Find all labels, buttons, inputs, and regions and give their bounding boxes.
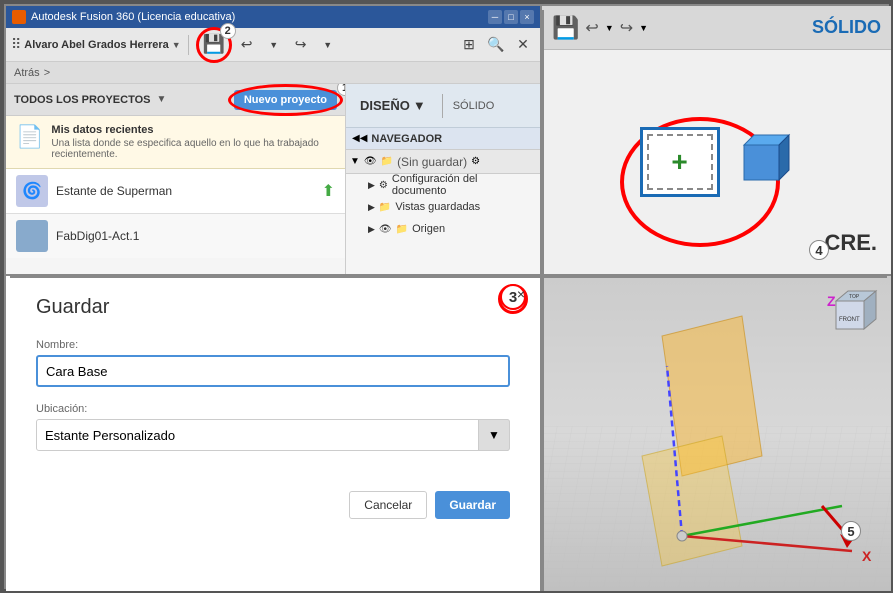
close-btn[interactable]: × <box>520 10 534 24</box>
doc-title: (Sin guardar) <box>397 155 467 169</box>
navcube[interactable]: FRONT TOP <box>831 286 881 336</box>
horizontal-divider <box>10 276 887 278</box>
design-btn[interactable]: DISEÑO ▼ <box>354 94 432 117</box>
tr-solid-label: SÓLIDO <box>812 17 881 38</box>
tr-create-section: + <box>640 127 794 197</box>
design-toolbar: DISEÑO ▼ SÓLIDO <box>346 84 540 128</box>
design-sep <box>442 94 443 118</box>
mis-datos-subtitle: Una lista donde se especifica aquello en… <box>51 138 335 160</box>
forward-label: > <box>44 67 50 79</box>
back-label[interactable]: Atrás <box>14 67 40 79</box>
vertical-divider <box>542 10 544 591</box>
project-thumb-1: 🌀 <box>16 175 48 207</box>
grid-view-btn[interactable]: ⊞ <box>457 33 481 57</box>
search-btn[interactable]: 🔍 <box>484 33 508 57</box>
user-dropdown-arrow[interactable]: ▼ <box>172 40 181 50</box>
undo-dropdown[interactable]: ▼ <box>262 33 286 57</box>
solid-3d-preview <box>734 130 794 195</box>
app-title: Autodesk Fusion 360 (Licencia educativa) <box>31 11 235 23</box>
nav-header: ◀◀ NAVEGADOR <box>346 128 540 150</box>
solid-3d-svg <box>734 130 794 190</box>
project-item-2[interactable]: FabDig01-Act.1 <box>6 214 345 258</box>
mis-datos-title: Mis datos recientes <box>51 124 335 136</box>
sidebar-dropdown-arrow[interactable]: ▼ <box>157 94 167 105</box>
navcube-svg: FRONT TOP <box>831 286 881 336</box>
viewport-3d-panel: X Z FRONT TOP 5 <box>542 276 891 591</box>
sidebar-title: TODOS LOS PROYECTOS <box>14 94 151 106</box>
project-name-2: FabDig01-Act.1 <box>56 229 139 243</box>
location-label: Ubicación: <box>36 403 510 415</box>
minimize-btn[interactable]: ─ <box>488 10 502 24</box>
name-label: Nombre: <box>36 339 510 351</box>
badge-5: 5 <box>841 521 861 541</box>
redo-btn[interactable]: ↪ <box>289 33 313 57</box>
tr-redo-dropdown[interactable]: ▼ <box>639 23 648 33</box>
navigator-panel: DISEÑO ▼ SÓLIDO ◀◀ NAVEGADOR ▼ 👁 📁 (Sin … <box>346 84 540 274</box>
nav-title-bar: ▼ 👁 📁 (Sin guardar) ⚙ <box>346 150 540 174</box>
nav-item-config[interactable]: ▶ ⚙ Configuración del documento <box>346 174 540 196</box>
close-app-btn[interactable]: ✕ <box>511 33 535 57</box>
badge-2: 2 <box>220 23 236 39</box>
solid-label: SÓLIDO <box>453 100 495 112</box>
svg-text:FRONT: FRONT <box>839 317 860 323</box>
tr-toolbar: 💾 ↩ ▼ ↪ ▼ SÓLIDO <box>542 6 891 50</box>
create-icon-box[interactable]: + <box>640 127 720 197</box>
user-avatar: ⠿ <box>11 36 21 53</box>
dialog-buttons: Cancelar Guardar <box>36 491 510 519</box>
mis-datos-section[interactable]: 📄 Mis datos recientes Una lista donde se… <box>6 116 345 169</box>
subnav: Atrás > <box>6 62 540 84</box>
window-controls: ─ □ × <box>488 10 534 24</box>
redo-dropdown[interactable]: ▼ <box>316 33 340 57</box>
tr-undo-dropdown[interactable]: ▼ <box>605 23 614 33</box>
tr-content: + CRE. 4 <box>542 50 891 274</box>
mis-datos-icon: 📄 <box>16 124 43 160</box>
nav-item-views[interactable]: ▶ 📁 Vistas guardadas <box>346 196 540 218</box>
sidebar-header: TODOS LOS PROYECTOS ▼ Nuevo proyecto 1 <box>6 84 345 116</box>
app-icon <box>12 10 26 24</box>
dialog-close-btn[interactable]: × <box>517 286 525 302</box>
save-dialog-panel: 3 × Guardar Nombre: Ubicación: Estante P… <box>6 276 542 591</box>
toolbar-separator <box>188 35 189 55</box>
toolbar-right: ⊞ 🔍 ✕ <box>457 33 535 57</box>
save-button[interactable]: Guardar <box>435 491 510 519</box>
project-thumb-2 <box>16 220 48 252</box>
sidebar: TODOS LOS PROYECTOS ▼ Nuevo proyecto 1 📄… <box>6 84 346 274</box>
badge-1: 1 <box>337 84 346 96</box>
project-export-icon-1[interactable]: ⬆ <box>322 181 335 201</box>
maximize-btn[interactable]: □ <box>504 10 518 24</box>
location-select[interactable]: Estante Personalizado <box>36 419 510 451</box>
svg-text:X: X <box>862 548 872 564</box>
cancel-button[interactable]: Cancelar <box>349 491 427 519</box>
nav-item-origin[interactable]: ▶ 👁 📁 Origen <box>346 218 540 240</box>
svg-text:TOP: TOP <box>849 294 860 300</box>
tr-undo-btn[interactable]: ↩ <box>585 18 598 38</box>
mis-datos-text: Mis datos recientes Una lista donde se e… <box>51 124 335 160</box>
project-item-1[interactable]: 🌀 Estante de Superman ⬆ <box>6 169 345 214</box>
cre-label: CRE. <box>824 230 877 256</box>
dialog-title: Guardar <box>36 296 510 319</box>
tr-redo-btn[interactable]: ↪ <box>620 18 633 38</box>
create-dashed-border <box>647 134 713 190</box>
location-select-wrapper: Estante Personalizado ▼ <box>36 419 510 451</box>
save-button-container[interactable]: 💾 2 <box>196 27 232 63</box>
name-input[interactable] <box>36 355 510 387</box>
undo-btn[interactable]: ↩ <box>235 33 259 57</box>
3d-viewport[interactable]: X Z FRONT TOP 5 <box>542 276 891 591</box>
badge-4: 4 <box>809 240 829 260</box>
tr-save-icon[interactable]: 💾 <box>552 15 579 41</box>
nuevo-proyecto-button[interactable]: Nuevo proyecto 1 <box>234 90 337 110</box>
nav-header-text: NAVEGADOR <box>371 133 442 145</box>
user-name: Alvaro Abel Grados Herrera <box>24 39 168 51</box>
project-name-1: Estante de Superman <box>56 184 314 198</box>
